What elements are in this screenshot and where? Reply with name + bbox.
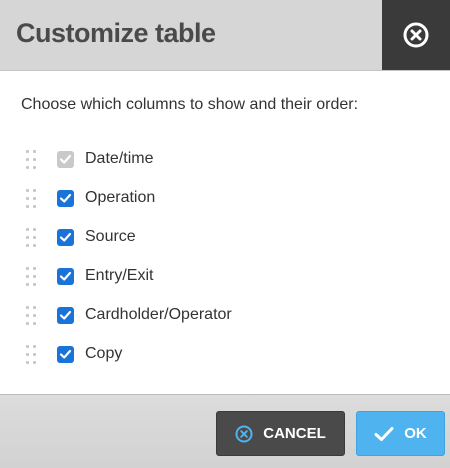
- column-checkbox-date-time: [57, 151, 74, 168]
- column-checkbox-copy[interactable]: [57, 346, 74, 363]
- column-list: Date/time Operation Source Entry/Exit Ca…: [0, 141, 450, 375]
- column-label: Cardholder/Operator: [85, 306, 232, 323]
- column-row-entry-exit[interactable]: Entry/Exit: [0, 258, 450, 297]
- column-row-operation[interactable]: Operation: [0, 180, 450, 219]
- column-row-source[interactable]: Source: [0, 219, 450, 258]
- instruction-text: Choose which columns to show and their o…: [21, 96, 359, 113]
- column-label: Source: [85, 228, 136, 245]
- ok-button-label: OK: [404, 425, 427, 442]
- checkmark-icon: [59, 154, 72, 164]
- column-checkbox-source[interactable]: [57, 229, 74, 246]
- column-label: Operation: [85, 189, 156, 206]
- column-row-cardholder-operator[interactable]: Cardholder/Operator: [0, 297, 450, 336]
- cancel-circle-icon: [235, 425, 253, 442]
- column-checkbox-operation[interactable]: [57, 190, 74, 207]
- column-label: Date/time: [85, 150, 154, 167]
- drag-handle-icon[interactable]: [26, 150, 38, 169]
- checkmark-icon: [59, 193, 72, 203]
- dialog-header: Customize table: [0, 0, 450, 71]
- cancel-button[interactable]: CANCEL: [216, 411, 345, 456]
- column-label: Copy: [85, 345, 123, 362]
- column-row-date-time[interactable]: Date/time: [0, 141, 450, 180]
- column-label: Entry/Exit: [85, 267, 154, 284]
- drag-handle-icon[interactable]: [26, 228, 38, 247]
- cancel-button-label: CANCEL: [263, 425, 326, 442]
- drag-handle-icon[interactable]: [26, 267, 38, 286]
- column-checkbox-cardholder-operator[interactable]: [57, 307, 74, 324]
- column-checkbox-entry-exit[interactable]: [57, 268, 74, 285]
- ok-button[interactable]: OK: [356, 411, 445, 456]
- checkmark-icon: [374, 426, 394, 441]
- column-row-copy[interactable]: Copy: [0, 336, 450, 375]
- close-button[interactable]: [382, 0, 450, 70]
- close-circle-icon: [403, 22, 429, 48]
- checkmark-icon: [59, 349, 72, 359]
- drag-handle-icon[interactable]: [26, 306, 38, 325]
- checkmark-icon: [59, 310, 72, 320]
- customize-table-dialog: Customize table Choose which columns to …: [0, 0, 450, 468]
- checkmark-icon: [59, 232, 72, 242]
- dialog-footer: CANCEL OK: [0, 394, 450, 468]
- checkmark-icon: [59, 271, 72, 281]
- drag-handle-icon[interactable]: [26, 189, 38, 208]
- dialog-title: Customize table: [16, 18, 216, 48]
- drag-handle-icon[interactable]: [26, 345, 38, 364]
